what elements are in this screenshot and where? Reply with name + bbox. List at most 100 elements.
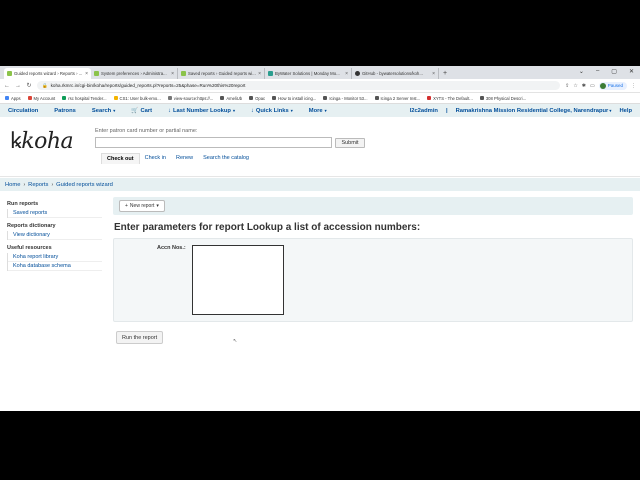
star-icon[interactable]: ☆ [573,83,577,89]
chevron-down-icon: ▾ [113,108,116,113]
sidepanel-icon[interactable]: ▭ [590,83,595,89]
cart-icon: 🛒 [131,107,139,114]
bookmark-item[interactable]: XYTS - The Default... [427,96,473,101]
nav-last-number-lookup[interactable]: ↓ Last Number Lookup ▾ [168,108,235,114]
sidebar-heading: Useful resources [7,245,52,251]
bookmark-item[interactable]: Icinga 2 Server Inst... [374,96,420,101]
close-tab-icon[interactable]: × [171,71,174,77]
bookmark-item[interactable]: 308 Physical Descri... [479,95,527,101]
nav-right: l2c2admin | Ramakrishna Mission Resident… [410,108,632,114]
bookmark-label: How to install icing... [278,95,317,101]
close-window-icon[interactable]: ✕ [629,68,634,75]
nav-cart[interactable]: 🛒 Cart [131,108,152,114]
tab-check-out[interactable]: Check out [101,153,140,164]
close-tab-icon[interactable]: × [345,71,348,77]
koha-top-nav: Circulation Patrons Search ▾ 🛒 Cart ↓ Last … [0,104,640,117]
menu-icon[interactable]: ⋮ [631,83,636,89]
bookmark-icon [479,96,484,100]
browser-tab[interactable]: ByWater Solutions | Monday Mo... × [265,68,352,79]
bookmark-label: view-source:https://... [173,95,214,101]
bookmark-label: CS1: User bulk-emo... [119,95,161,101]
minimize-icon[interactable]: – [596,68,599,75]
maximize-icon[interactable]: ▢ [611,68,617,75]
breadcrumb-reports[interactable]: Reports [28,182,48,188]
bookmark-item[interactable]: My Account [27,96,55,101]
sidebar-item-view-dictionary[interactable]: View dictionary [8,231,102,240]
breadcrumb: Home › Reports › Guided reports wizard [0,178,640,191]
browser-toolbar-right: ⇪ ☆ ✱ ▭ Paused ⋮ [565,81,636,90]
extensions-icon[interactable]: ✱ [582,83,586,89]
profile-button[interactable]: Paused [598,81,627,90]
browser-tab[interactable]: Saved reports › Guided reports wi... × [178,68,265,79]
close-tab-icon[interactable]: × [85,71,88,77]
breadcrumb-home[interactable]: Home [5,182,20,188]
bookmark-item[interactable]: rsc hospital Tender... [62,96,107,101]
sidebar-heading: Run reports [7,201,39,207]
tab-strip: Guided reports wizard › Reports › ... × … [0,66,640,79]
nav-search-label: Search [91,107,112,114]
close-tab-icon[interactable]: × [432,71,435,77]
library-label: Ramakrishna Mission Residential College,… [455,107,609,114]
koha-favicon-icon [7,71,12,76]
share-icon[interactable]: ⇪ [565,83,569,89]
koha-logo[interactable]: ꝃkoha [10,125,74,155]
mouse-cursor-icon: ↖ [233,338,238,344]
new-tab-button[interactable]: + [439,68,451,79]
bookmark-item[interactable]: view-source:https://... [167,95,214,101]
apps-icon [5,96,9,100]
nav-quick-links[interactable]: ↓ Quick Links ▾ [251,108,293,114]
tab-search-icon[interactable]: ⌄ [579,68,584,75]
bookmark-item[interactable]: CS1: User bulk-emo... [113,95,161,101]
forward-icon[interactable]: → [15,83,21,89]
tab-search-catalog[interactable]: Search the catalog [198,153,254,164]
run-report-button[interactable]: Run the report [116,331,164,344]
nav-patrons[interactable]: Patrons [54,108,76,114]
bookmark-label: 308 Physical Descri... [485,95,527,101]
tab-title: Saved reports › Guided reports wi... [188,71,256,76]
browser-tab[interactable]: System preferences › Administra... × [91,68,178,79]
bookmark-icon [272,96,277,100]
back-icon[interactable]: ← [4,83,10,89]
bookmark-item[interactable]: Apps [5,96,21,101]
bookmark-item[interactable]: Opac [249,96,265,101]
bookmark-icon [427,96,432,100]
sidebar-item-saved-reports[interactable]: Saved reports [8,209,102,218]
bookmark-item[interactable]: How to install icing... [272,96,316,101]
tab-check-in[interactable]: Check in [140,153,171,164]
sidebar-list: Koha report library Koha database schema [7,253,102,271]
tab-renew[interactable]: Renew [171,153,198,164]
logged-in-user[interactable]: l2c2admin [410,108,438,114]
nav-more[interactable]: More ▾ [309,108,327,114]
nav-cart-label: Cart [140,107,153,114]
sidebar-item-report-library[interactable]: Koha report library [8,253,102,262]
bookmark-item[interactable]: Icinga - Monitor 53... [323,96,368,101]
close-tab-icon[interactable]: × [258,71,261,77]
bookmark-icon [323,96,328,100]
bookmark-item[interactable]: AmeliUb [220,96,242,101]
nav-circulation[interactable]: Circulation [8,108,38,114]
parameters-form: Accn Nos.: [113,238,633,322]
breadcrumb-current[interactable]: Guided reports wizard [56,182,113,188]
report-toolbar: + New report ▾ [113,197,633,215]
url-bar[interactable]: 🔒 koha.rkmrc.in/cgi-bin/koha/reports/gui… [37,81,561,90]
sidebar-item-database-schema[interactable]: Koha database schema [8,262,102,271]
main-content: Run reports Saved reports Reports dictio… [0,191,640,391]
search-label: Enter patron card number or partial name… [95,128,198,134]
chevron-right-icon: › [23,181,26,188]
plus-icon: + [125,203,128,209]
library-name[interactable]: Ramakrishna Mission Residential College,… [456,108,612,114]
nav-lookup-label: Last Number Lookup [172,107,231,114]
patron-search-input[interactable] [95,137,332,148]
browser-tab[interactable]: GitHub - bywatersolutions/koh... × [352,68,439,79]
help-link[interactable]: Help [619,108,632,114]
submit-button[interactable]: Submit [335,138,365,148]
accn-nos-textarea[interactable] [192,245,284,315]
logo-text: koha [21,129,74,154]
arrow-down-icon: ↓ [168,107,171,114]
lock-icon[interactable]: 🔒 [42,83,48,89]
nav-search[interactable]: Search ▾ [92,108,115,114]
new-report-button[interactable]: + New report ▾ [119,200,165,212]
browser-tab[interactable]: Guided reports wizard › Reports › ... × [4,68,91,79]
chevron-right-icon: › [51,181,54,188]
reload-icon[interactable]: ↻ [26,82,32,89]
